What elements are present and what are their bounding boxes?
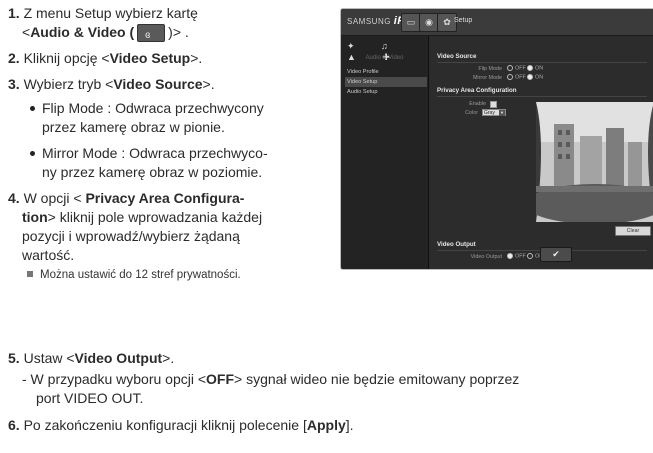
bullet-flip-l1: Flip Mode : Odwraca przechwycony	[42, 100, 264, 116]
bullet-flip-l2: przez kamerę obraz w pionie.	[42, 119, 225, 135]
note-text: Można ustawić do 12 stref prywatności.	[40, 269, 241, 281]
step-6: 6. Po zakończeniu konfiguracji kliknij p…	[8, 417, 354, 433]
audio-video-icon: ɞ	[137, 24, 166, 43]
playback-icon[interactable]: ◉	[419, 13, 439, 32]
monitor-icon[interactable]: ▭	[401, 13, 421, 32]
sidebar-item-audio-setup[interactable]: Audio Setup	[345, 87, 427, 97]
step-5: 5. Ustaw <Video Output>.	[8, 350, 175, 366]
flip-on-radio[interactable]: ON	[527, 65, 543, 71]
color-label: Color	[465, 110, 478, 116]
radio-icon	[507, 74, 513, 80]
sidebar-item-video-setup[interactable]: Video Setup	[345, 77, 427, 87]
step-4-line4: wartość.	[22, 247, 75, 263]
color-select[interactable]: Gray ▼	[482, 109, 506, 116]
manual-page: 1. Z menu Setup wybierz kartę <Audio & V…	[0, 0, 653, 453]
step-4: 4. W opcji < Privacy Area Configura-	[8, 190, 245, 206]
video-source-heading: Video Source	[437, 53, 477, 60]
apply-button[interactable]: ✔	[540, 247, 572, 262]
step-1-line2: <Audio & Video (ɞ)> .	[22, 24, 189, 43]
step-4-line2: tion> kliknij pole wprowadzania każdej	[22, 209, 263, 225]
video-output-heading: Video Output	[437, 241, 476, 248]
step-5-dash-l2: port VIDEO OUT.	[36, 390, 144, 406]
mirror-on-radio[interactable]: ON	[527, 74, 543, 80]
step-1: 1. Z menu Setup wybierz kartę	[8, 5, 198, 21]
camera-preview[interactable]	[536, 102, 653, 222]
divider	[437, 96, 647, 97]
flip-mode-label: Flip Mode	[478, 66, 502, 72]
note-square-icon	[27, 271, 33, 277]
step-2: 2. Kliknij opcję <Video Setup>.	[8, 50, 203, 66]
clear-button[interactable]: Clear	[615, 226, 651, 236]
bullet-mirror-l1: Mirror Mode : Odwraca przechwyco-	[42, 145, 268, 161]
bullet-dot	[30, 106, 35, 111]
radio-icon	[527, 74, 533, 80]
output-off-radio[interactable]: OFF	[507, 253, 526, 259]
radio-icon	[527, 65, 533, 71]
chevron-down-icon: ▼	[499, 110, 505, 116]
step-4-line3: pozycji i wprowadź/wybierz żądaną	[22, 228, 240, 244]
radio-icon	[527, 253, 533, 259]
step-3: 3. Wybierz tryb <Video Source>.	[8, 76, 215, 92]
enable-label: Enable	[469, 101, 486, 107]
preview-image	[536, 102, 653, 222]
setup-screenshot: SAMSUNG iPOLiS ▭ ◉ ✿ Setup ✦ ♫ ▲ ✚ Audio…	[340, 8, 653, 270]
divider	[437, 62, 647, 63]
video-output-label: Video Output	[470, 254, 502, 260]
setup-label: Setup	[454, 17, 473, 24]
sidebar-title: Audio & Video	[365, 55, 404, 61]
flip-off-radio[interactable]: OFF	[507, 65, 526, 71]
top-bar: SAMSUNG iPOLiS ▭ ◉ ✿ Setup	[341, 9, 653, 36]
main-panel: Video Source Flip Mode OFF ON Mirror Mod…	[430, 36, 653, 269]
enable-checkbox[interactable]	[490, 101, 497, 108]
radio-icon	[507, 65, 513, 71]
bullet-mirror-l2: ny przez kamerę obraz w poziomie.	[42, 164, 263, 180]
step-5-dash: - W przypadku wyboru opcji <OFF> sygnał …	[22, 371, 520, 387]
bullet-dot	[30, 151, 35, 156]
radio-icon	[507, 253, 513, 259]
mirror-off-radio[interactable]: OFF	[507, 74, 526, 80]
sidebar: ✦ ♫ ▲ ✚ Audio & Video Video Profile Vide…	[341, 36, 429, 269]
mirror-mode-label: Mirror Mode	[472, 75, 502, 81]
sidebar-item-video-profile[interactable]: Video Profile	[345, 67, 427, 77]
privacy-heading: Privacy Area Configuration	[437, 87, 517, 94]
